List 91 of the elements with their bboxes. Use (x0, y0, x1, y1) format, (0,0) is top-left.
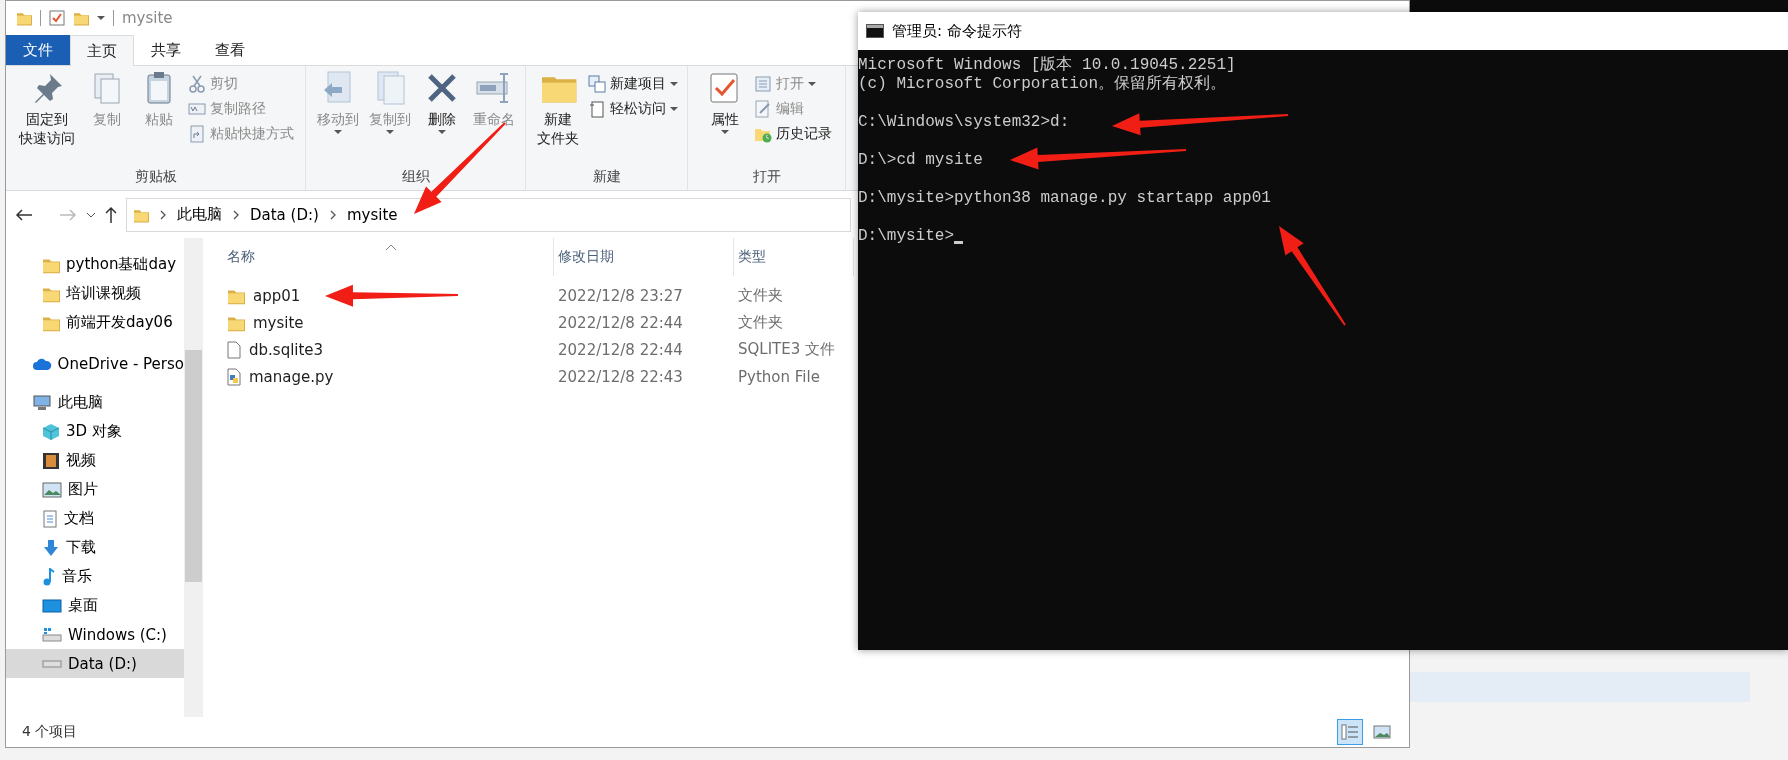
column-header[interactable]: 名称 (223, 238, 554, 276)
modified-date: 2022/12/8 22:43 (557, 367, 684, 386)
desktop-icon (42, 597, 62, 614)
window-title: 管理员: 命令提示符 (892, 21, 1022, 41)
group-label: 剪贴板 (133, 167, 178, 186)
sidebar-item[interactable]: 下载 (6, 533, 184, 562)
document-icon (588, 99, 606, 118)
edit-icon (753, 99, 772, 118)
sidebar-item[interactable]: Windows (C:) (6, 620, 184, 649)
drive-icon (42, 659, 62, 668)
sidebar-item[interactable]: 前端开发day06 (6, 308, 184, 337)
sidebar-item[interactable]: 此电脑 (6, 388, 184, 417)
group-label: 打开 (751, 167, 782, 186)
folder-icon (16, 10, 32, 26)
console-icon (866, 24, 884, 38)
open-icon (753, 74, 772, 93)
ribbon-button[interactable]: 固定到快速访问 (17, 70, 78, 164)
ribbon-button[interactable]: 属性 (701, 70, 748, 164)
chevron-icon (328, 208, 337, 221)
cube-icon (42, 422, 60, 441)
file-type: SQLITE3 文件 (737, 340, 837, 359)
python-file-icon (227, 367, 241, 386)
ribbon-tab[interactable]: 文件 (6, 35, 70, 65)
music-note-icon (42, 567, 56, 586)
forward-icon (58, 206, 78, 223)
file-name[interactable]: mysite (223, 313, 554, 332)
film-icon (42, 451, 60, 470)
text-cursor (954, 241, 963, 244)
ribbon-tab[interactable]: 主页 (70, 35, 134, 66)
thumbnail-view-icon (1373, 725, 1391, 739)
ribbon-button[interactable]: 新建文件夹 (535, 70, 582, 164)
checkbox-icon (49, 10, 65, 26)
console-line: D:\mysite>python38 manage.py startapp app01 (858, 189, 1271, 208)
chevron-icon (159, 208, 167, 221)
sort-icon (385, 243, 397, 251)
console-line: Microsoft Windows [版本 10.0.19045.2251] (858, 56, 1236, 75)
file-name[interactable]: app01 (223, 286, 554, 305)
scrollbar[interactable] (184, 238, 202, 717)
item-count: 4 个项目 (22, 723, 78, 741)
file-type: Python File (737, 367, 821, 386)
console-line: (c) Microsoft Corporation。保留所有权利。 (858, 75, 1227, 94)
dropdown-icon (97, 15, 105, 21)
console-line: D:\mysite> (858, 227, 954, 246)
recent-caret-icon (86, 210, 96, 219)
group-label: 新建 (591, 167, 622, 186)
breadcrumb-item[interactable]: 此电脑 (177, 205, 222, 224)
breadcrumb-item[interactable]: Data (D:) (250, 205, 319, 224)
group-label: 组织 (400, 167, 431, 186)
modified-date: 2022/12/8 22:44 (557, 340, 684, 359)
modified-date: 2022/12/8 22:44 (557, 313, 684, 332)
image-icon (42, 481, 62, 498)
back-icon (14, 206, 34, 223)
address-bar[interactable]: 此电脑 Data (D:) mysite (126, 197, 851, 232)
new-item-icon (588, 74, 606, 93)
sidebar-item[interactable]: Data (D:) (6, 649, 184, 678)
breadcrumb-item[interactable]: mysite (346, 205, 398, 224)
console-line: C:\Windows\system32>d: (858, 113, 1070, 132)
ribbon-button[interactable]: 删除 (418, 70, 465, 164)
scissors-icon (188, 74, 206, 93)
sidebar-item[interactable]: 培训课视频 (6, 279, 184, 308)
window-title: mysite (122, 9, 173, 27)
shortcut-icon (188, 124, 206, 143)
sidebar-item[interactable]: OneDrive - Perso (6, 349, 184, 378)
sidebar-item[interactable]: 文档 (6, 504, 184, 533)
sidebar-item[interactable]: python基础day (6, 250, 184, 279)
file-type: 文件夹 (737, 313, 784, 332)
ribbon-button[interactable]: 轻松访问 (588, 97, 678, 120)
sidebar-item[interactable]: 视频 (6, 446, 184, 475)
sidebar-item[interactable]: 图片 (6, 475, 184, 504)
file-icon (227, 340, 241, 359)
sidebar-item[interactable]: 音乐 (6, 562, 184, 591)
download-arrow-icon (42, 538, 60, 557)
column-header[interactable]: 修改日期 (554, 238, 734, 276)
chevron-icon (232, 208, 240, 221)
file-name[interactable]: manage.py (223, 367, 554, 386)
sidebar-item[interactable]: 桌面 (6, 591, 184, 620)
details-view-icon (1341, 724, 1359, 740)
file-name[interactable]: db.sqlite3 (223, 340, 554, 359)
document-icon (42, 509, 58, 528)
column-header[interactable]: 类型 (734, 238, 854, 276)
view-button[interactable] (1337, 719, 1363, 745)
computer-icon (32, 393, 52, 412)
ribbon-button[interactable]: 历史记录 (753, 122, 832, 145)
modified-date: 2022/12/8 23:27 (557, 286, 684, 305)
file-type: 文件夹 (737, 286, 784, 305)
up-icon (104, 205, 118, 224)
ribbon-button[interactable]: 新建项目 (588, 72, 678, 95)
console-line: D:\>cd mysite (858, 151, 983, 170)
drive-icon (42, 626, 62, 643)
sidebar-item[interactable]: 3D 对象 (6, 417, 184, 446)
folder-icon (73, 10, 89, 26)
